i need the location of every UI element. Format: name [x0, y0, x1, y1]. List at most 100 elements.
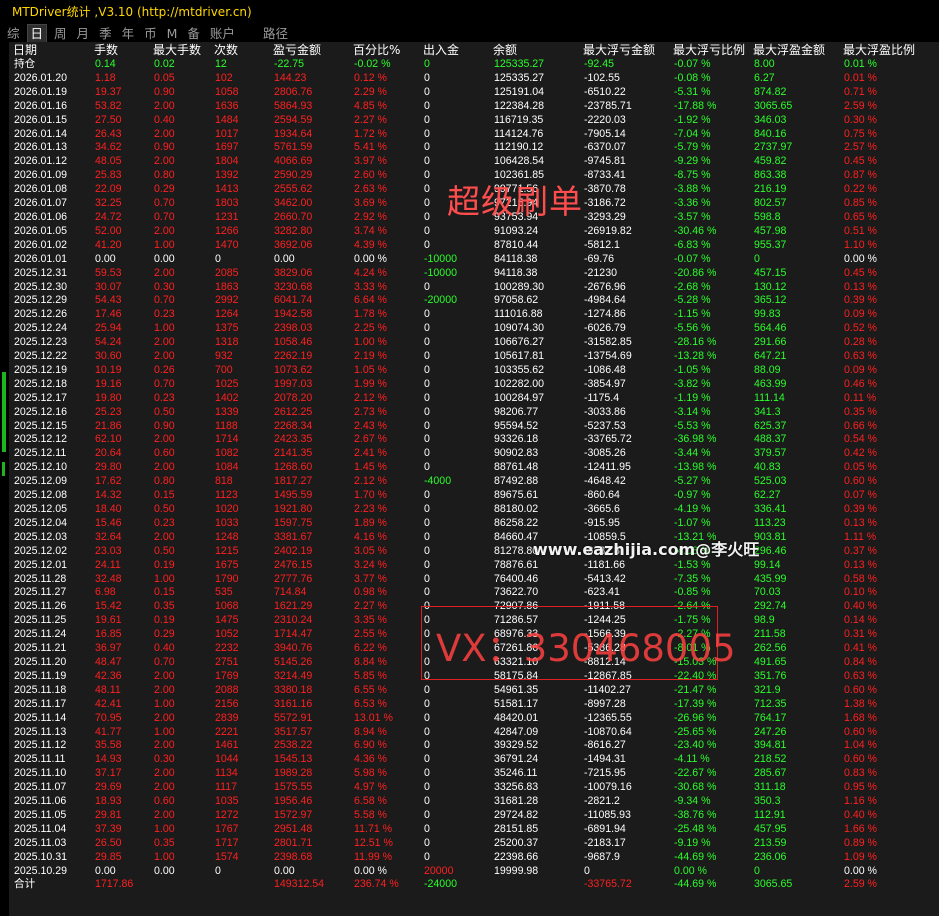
table-row[interactable]: 2025.12.17 19.80 0.23 1402 2078.20 2.12 % 0 100… [9, 392, 939, 406]
table-cell: 2.59 % [844, 99, 877, 112]
table-cell: 28151.85 [494, 822, 539, 835]
tab-6[interactable]: 币 [141, 25, 160, 42]
tab-9[interactable]: 账户 [207, 25, 238, 42]
table-row[interactable]: 2025.11.07 29.69 2.00 1117 1575.55 4.97 % 0 332… [9, 781, 939, 795]
table-cell: -6510.22 [584, 85, 626, 98]
tab-4[interactable]: 季 [96, 25, 115, 42]
table-cell: 14.32 [95, 489, 122, 502]
table-row[interactable]: 2025.11.10 37.17 2.00 1134 1989.28 5.98 % 0 352… [9, 767, 939, 781]
table-row[interactable]: 2025.12.23 54.24 2.00 1318 1058.46 1.00 % 0 106… [9, 336, 939, 350]
tab-5[interactable]: 年 [119, 25, 138, 42]
table-row[interactable]: 2025.11.04 37.39 1.00 1767 2951.48 11.71 % 0 28… [9, 823, 939, 837]
table-cell: 0.30 % [844, 113, 877, 126]
table-row[interactable]: 2025.11.13 41.77 1.00 2221 3517.57 8.94 % 0 428… [9, 726, 939, 740]
table-row[interactable]: 2026.01.20 1.18 0.05 102 144.23 0.12 % 0 125335… [9, 72, 939, 86]
table-row[interactable]: 2025.11.03 26.50 0.35 1717 2801.71 12.51 % 0 25… [9, 837, 939, 851]
tab-0[interactable]: 综 [4, 25, 23, 42]
table-row[interactable]: 2025.12.29 54.43 0.70 2992 6041.74 6.64 % -200… [9, 294, 939, 308]
table-cell: -9.29 % [674, 155, 711, 168]
table-cell: 0.39 % [844, 294, 877, 307]
table-row[interactable]: 2025.11.17 42.41 1.00 2156 3161.16 6.53 % 0 515… [9, 698, 939, 712]
table-cell: 2.00 [154, 739, 175, 752]
table-row[interactable]: 2026.01.05 52.00 2.00 1266 3282.80 3.74 % 0 910… [9, 225, 939, 239]
table-row[interactable]: 2026.01.02 41.20 1.00 1470 3692.06 4.39 % 0 878… [9, 239, 939, 253]
table-cell: 700 [215, 363, 233, 376]
table-row[interactable]: 2026.01.12 48.05 2.00 1804 4066.69 3.97 % 0 106… [9, 155, 939, 169]
column-header[interactable]: 次数 [210, 42, 269, 58]
tab-1[interactable]: 日 [26, 23, 48, 43]
column-header[interactable]: 最大浮盈比例 [839, 42, 939, 58]
table-row[interactable]: 2025.12.12 62.10 2.00 1714 2423.35 2.67 % 0 933… [9, 433, 939, 447]
table-row[interactable]: 2025.12.15 21.86 0.90 1188 2268.34 2.43 % 0 955… [9, 420, 939, 434]
table-row[interactable]: 2025.12.02 23.03 0.50 1215 2402.19 3.05 % 0 812… [9, 545, 939, 559]
table-cell: 236.06 [754, 850, 787, 863]
table-row[interactable]: 2025.11.14 70.95 2.00 2839 5572.91 13.01 % 0 48… [9, 712, 939, 726]
table-cell: 0 [424, 836, 430, 849]
table-row-total[interactable]: 合计 1717.86 149312.54 236.74 % -24000 -33765.7… [9, 878, 939, 892]
table-row[interactable]: 2025.12.22 30.60 2.00 932 2262.19 2.19 % 0 1056… [9, 350, 939, 364]
table-row[interactable]: 2025.11.28 32.48 1.00 1790 2777.76 3.77 % 0 764… [9, 573, 939, 587]
table-row[interactable]: 2025.12.26 17.46 0.23 1264 1942.58 1.78 % 0 111… [9, 308, 939, 322]
table-row[interactable]: 2025.12.19 10.19 0.26 700 1073.62 1.05 % 0 1033… [9, 364, 939, 378]
table-row[interactable]: 2025.12.05 18.40 0.50 1020 1921.80 2.23 % 0 881… [9, 503, 939, 517]
column-header[interactable]: 最大浮盈金额 [749, 42, 839, 58]
tab-7[interactable]: M [164, 25, 181, 42]
table-cell: 1475 [215, 614, 239, 627]
table-cell: 0.50 [154, 503, 175, 515]
table-row[interactable]: 2025.10.29 0.00 0.00 0 0.00 0.00 % 20000 19999.… [9, 865, 939, 879]
table-row[interactable]: 2025.11.18 48.11 2.00 2088 3380.18 6.55 % 0 549… [9, 684, 939, 698]
table-row[interactable]: 2025.11.06 18.93 0.60 1035 1956.46 6.58 % 0 316… [9, 795, 939, 809]
table-row[interactable]: 2026.01.19 19.37 0.90 1058 2806.76 2.29 % 0 125… [9, 86, 939, 100]
table-cell: 32.25 [95, 197, 122, 210]
tab-3[interactable]: 月 [74, 25, 93, 42]
table-cell: 1.00 [154, 697, 175, 710]
table-cell: -22.67 % [674, 767, 717, 780]
table-cell: 2025.12.22 [14, 350, 68, 363]
tab-2[interactable]: 周 [51, 25, 70, 42]
table-row[interactable]: 2025.11.27 6.98 0.15 535 714.84 0.98 % 0 73622.… [9, 586, 939, 600]
table-cell: 291.66 [754, 336, 787, 349]
table-header-row: 日期 手数 最大手数 次数 盈亏金额 百分比% 出入金 余额 最大浮亏金额 最大浮亏比例 最大浮盈金… [9, 42, 939, 58]
table-row[interactable]: 2026.01.16 53.82 2.00 1636 5864.93 4.85 % 0 122… [9, 100, 939, 114]
table-row-holding[interactable]: 持仓 0.14 0.02 12 -22.75 -0.02 % 0 125335.27 -92.4… [9, 58, 939, 72]
table-row[interactable]: 2025.12.04 15.46 0.23 1033 1597.75 1.89 % 0 862… [9, 517, 939, 531]
column-header[interactable]: 盈亏金额 [269, 42, 349, 58]
table-row[interactable]: 2025.12.24 25.94 1.00 1375 2398.03 2.25 % 0 109… [9, 322, 939, 336]
table-row[interactable]: 2025.12.11 20.64 0.60 1082 2141.35 2.41 % 0 909… [9, 447, 939, 461]
table-row[interactable]: 2026.01.01 0.00 0.00 0 0.00 0.00 % -10000 84118… [9, 253, 939, 267]
table-cell: 3692.06 [274, 238, 313, 251]
table-row[interactable]: 2025.12.10 29.80 2.00 1084 1268.60 1.45 % 0 887… [9, 461, 939, 475]
table-row[interactable]: 2025.12.08 14.32 0.15 1123 1495.59 1.70 % 0 896… [9, 489, 939, 503]
column-header[interactable]: 最大浮亏比例 [669, 42, 749, 58]
table-cell: 346.03 [754, 113, 787, 126]
column-header[interactable]: 余额 [489, 42, 579, 58]
column-header[interactable]: 手数 [90, 42, 149, 58]
column-header[interactable]: 最大浮亏金额 [579, 42, 669, 58]
column-header[interactable]: 日期 [9, 42, 90, 58]
table-row[interactable]: 2025.12.16 25.23 0.50 1339 2612.25 2.73 % 0 982… [9, 406, 939, 420]
table-row[interactable]: 2025.12.09 17.62 0.80 818 1817.27 2.12 % -4000… [9, 475, 939, 489]
table-row[interactable]: 2026.01.13 34.62 0.90 1697 5761.59 5.41 % 0 112… [9, 141, 939, 155]
table-row[interactable]: 2025.12.03 32.64 2.00 1248 3381.67 4.16 % 0 846… [9, 531, 939, 545]
table-row[interactable]: 2026.01.15 27.50 0.40 1484 2594.59 2.27 % 0 116… [9, 114, 939, 128]
table-row[interactable]: 2026.01.14 26.43 2.00 1017 1934.64 1.72 % 0 114… [9, 128, 939, 142]
column-header[interactable]: 百分比% [349, 42, 419, 58]
table-row[interactable]: 2025.10.31 29.85 1.00 1574 2398.68 11.99 % 0 22… [9, 851, 939, 865]
table-cell: 5.85 % [354, 669, 387, 682]
table-row[interactable]: 2025.11.11 14.93 0.30 1044 1545.13 4.36 % 0 367… [9, 753, 939, 767]
tab-10[interactable]: 路径 [260, 25, 291, 42]
column-header[interactable]: 最大手数 [149, 42, 210, 58]
table-row[interactable]: 2025.11.12 35.58 2.00 1461 2538.22 6.90 % 0 393… [9, 739, 939, 753]
tab-8[interactable]: 备 [184, 25, 203, 42]
table-row[interactable]: 2025.12.01 24.11 0.19 1675 2476.15 3.24 % 0 788… [9, 559, 939, 573]
table-row[interactable]: 2025.11.05 29.81 2.00 1272 1572.97 5.58 % 0 297… [9, 809, 939, 823]
table-cell: 0.40 % [844, 600, 877, 613]
table-cell: 2026.01.01 [14, 252, 68, 265]
table-cell: -26919.82 [584, 224, 632, 237]
table-row[interactable]: 2025.12.30 30.07 0.30 1863 3230.68 3.33 % 0 100… [9, 281, 939, 295]
table-row[interactable]: 2025.12.31 59.53 2.00 2085 3829.06 4.24 % -100… [9, 267, 939, 281]
column-header[interactable]: 出入金 [419, 42, 489, 58]
table-cell: 714.84 [274, 586, 307, 599]
table-row[interactable]: 2025.12.18 19.16 0.70 1025 1997.03 1.99 % 0 102… [9, 378, 939, 392]
table-cell: -3665.6 [584, 503, 620, 515]
